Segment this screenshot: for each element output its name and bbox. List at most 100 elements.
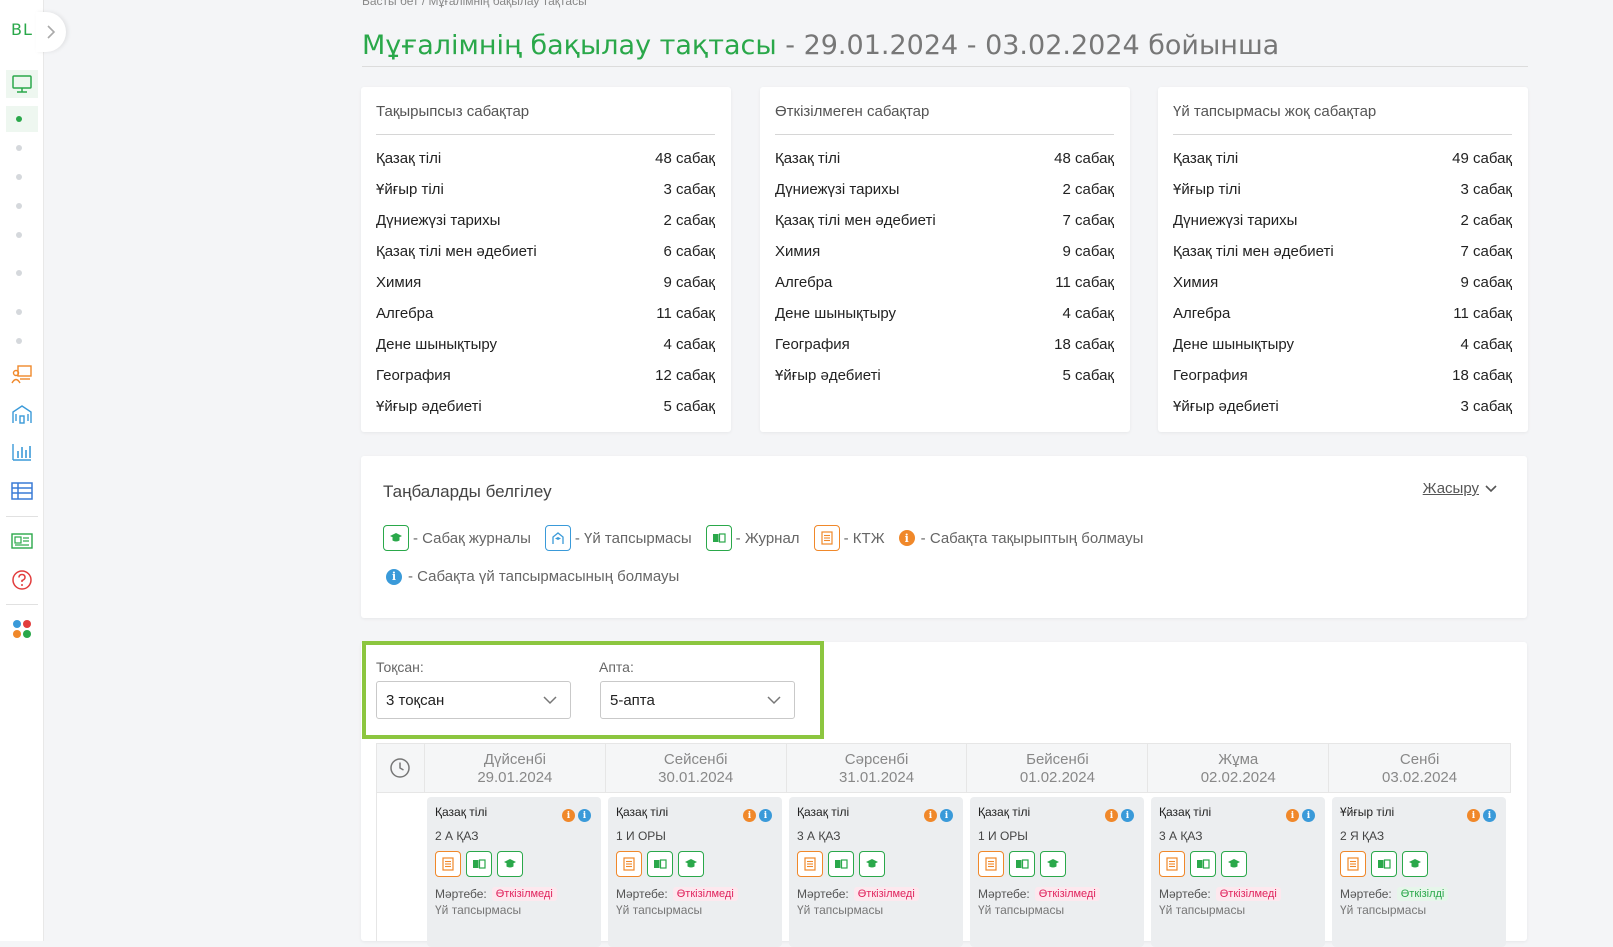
stat-row[interactable]: Алгебра 11 сабақ	[1173, 298, 1512, 329]
sidebar-dot[interactable]	[16, 338, 22, 344]
lesson-card[interactable]: Қазақ тілі i i 2 А ҚАЗ Мәртебе: Өткізілмеді Үй…	[427, 797, 601, 947]
document-list-icon[interactable]	[1159, 851, 1185, 877]
stat-row[interactable]: Ұйғыр әдебиеті 5 сабақ	[376, 391, 715, 422]
stat-row[interactable]: Алгебра 11 сабақ	[376, 298, 715, 329]
document-list-icon	[813, 525, 840, 551]
graduation-cap-icon[interactable]	[1402, 851, 1428, 877]
stat-row[interactable]: География 12 сабақ	[376, 360, 715, 391]
stat-row[interactable]: Қазақ тілі мен әдебиеті 7 сабақ	[1173, 236, 1512, 267]
table-icon[interactable]	[6, 477, 38, 505]
stat-row[interactable]: Химия 9 сабақ	[376, 267, 715, 298]
document-list-icon[interactable]	[435, 851, 461, 877]
info-blue-icon: i	[1121, 809, 1134, 822]
stat-subject: Алгебра	[775, 274, 833, 291]
status-badge: Өткізілмеді	[672, 887, 738, 901]
graduation-cap-icon[interactable]	[1040, 851, 1066, 877]
sidebar-dot[interactable]	[16, 203, 22, 209]
document-list-icon[interactable]	[797, 851, 823, 877]
stat-row[interactable]: Дүниежүзі тарихы 2 сабақ	[775, 174, 1114, 205]
open-book-icon[interactable]	[828, 851, 854, 877]
quarter-select[interactable]: 3 тоқсан	[376, 681, 571, 719]
stat-row[interactable]: География 18 сабақ	[775, 329, 1114, 360]
teacher-board-icon[interactable]	[6, 360, 38, 388]
sidebar-dot[interactable]	[16, 232, 22, 238]
lesson-class: 3 А ҚАЗ	[1159, 829, 1203, 843]
stat-row[interactable]: Дене шынықтыру 4 сабақ	[1173, 329, 1512, 360]
sidebar-dot-active[interactable]	[16, 116, 22, 122]
lesson-status: Мәртебе: Өткізілмеді	[435, 887, 593, 901]
stat-row[interactable]: Қазақ тілі мен әдебиеті 7 сабақ	[775, 205, 1114, 236]
stat-row[interactable]: Қазақ тілі 48 сабақ	[775, 143, 1114, 174]
stat-count: 7 сабақ	[1062, 212, 1114, 229]
schedule-header: Дүйсенбі 29.01.2024 Сейсенбі 30.01.2024 Сә…	[376, 743, 1511, 793]
breadcrumb[interactable]: Басты бет / Мұғалімнің бақылау тақтасы	[362, 0, 587, 8]
status-label: Мәртебе:	[616, 887, 668, 901]
stat-row[interactable]: Ұйғыр тілі 3 сабақ	[376, 174, 715, 205]
document-list-icon[interactable]	[616, 851, 642, 877]
bar-chart-icon[interactable]	[6, 438, 38, 466]
school-icon[interactable]	[6, 400, 38, 428]
lesson-card[interactable]: Ұйғыр тілі i i 2 Я ҚАЗ Мәртебе: Өткізілді Үй т…	[1332, 797, 1506, 947]
help-icon[interactable]	[6, 566, 38, 594]
day-header: Бейсенбі 01.02.2024	[967, 744, 1149, 792]
title-divider	[362, 66, 1528, 67]
lesson-card[interactable]: Қазақ тілі i i 3 А ҚАЗ Мәртебе: Өткізілмеді Үй…	[1151, 797, 1325, 947]
sidebar-dot[interactable]	[16, 145, 22, 151]
stat-row[interactable]: Ұйғыр әдебиеті 5 сабақ	[775, 360, 1114, 391]
hide-legend-button[interactable]: Жасыру	[1423, 480, 1497, 497]
open-book-icon[interactable]	[1190, 851, 1216, 877]
stat-row[interactable]: Химия 9 сабақ	[775, 236, 1114, 267]
sidebar-subitem-active[interactable]	[6, 106, 38, 132]
stat-count: 18 сабақ	[1452, 367, 1512, 384]
status-badge: Өткізілмеді	[491, 887, 557, 901]
day-name: Сейсенбі	[663, 751, 728, 768]
stat-row[interactable]: Қазақ тілі мен әдебиеті 6 сабақ	[376, 236, 715, 267]
sidebar-toggle-button[interactable]	[36, 12, 66, 52]
day-date: 01.02.2024	[1019, 769, 1095, 786]
open-book-icon[interactable]	[1009, 851, 1035, 877]
sidebar-divider	[6, 604, 38, 605]
stat-row[interactable]: Қазақ тілі 48 сабақ	[376, 143, 715, 174]
stat-row[interactable]: Химия 9 сабақ	[1173, 267, 1512, 298]
stat-card-not-held: Өткізілмеген сабақтар Қазақ тілі 48 сабақ…	[760, 87, 1130, 432]
news-icon[interactable]	[6, 527, 38, 555]
open-book-icon[interactable]	[1371, 851, 1397, 877]
stat-row[interactable]: Алгебра 11 сабақ	[775, 267, 1114, 298]
day-header: Дүйсенбі 29.01.2024	[425, 744, 606, 792]
apps-icon[interactable]	[6, 615, 38, 643]
sidebar-dot[interactable]	[16, 174, 22, 180]
week-select[interactable]: 5-апта	[600, 681, 795, 719]
stat-row[interactable]: Қазақ тілі 49 сабақ	[1173, 143, 1512, 174]
graduation-cap-icon[interactable]	[1221, 851, 1247, 877]
stat-row[interactable]: Дүниежүзі тарихы 2 сабақ	[376, 205, 715, 236]
stat-row[interactable]: Дене шынықтыру 4 сабақ	[775, 298, 1114, 329]
stat-count: 3 сабақ	[1460, 398, 1512, 415]
stat-row[interactable]: Дүниежүзі тарихы 2 сабақ	[1173, 205, 1512, 236]
graduation-cap-icon[interactable]	[678, 851, 704, 877]
info-orange-icon: i	[924, 809, 937, 822]
lesson-card[interactable]: Қазақ тілі i i 1 И ОРЫ Мәртебе: Өткізілмеді Үй…	[970, 797, 1144, 947]
quarter-value: 3 тоқсан	[386, 691, 445, 709]
sidebar-dot[interactable]	[16, 309, 22, 315]
open-book-icon[interactable]	[466, 851, 492, 877]
schedule-body: Қазақ тілі i i 2 А ҚАЗ Мәртебе: Өткізілмеді Үй…	[376, 793, 1511, 947]
stat-row[interactable]: Дене шынықтыру 4 сабақ	[376, 329, 715, 360]
info-orange-icon: i	[743, 809, 756, 822]
document-list-icon[interactable]	[978, 851, 1004, 877]
monitor-icon[interactable]	[6, 70, 38, 98]
stat-count: 4 сабақ	[1460, 336, 1512, 353]
graduation-cap-icon[interactable]	[859, 851, 885, 877]
stat-card-title: Өткізілмеген сабақтар	[775, 103, 1114, 135]
stat-row[interactable]: Ұйғыр әдебиеті 3 сабақ	[1173, 391, 1512, 422]
sidebar-dot[interactable]	[16, 270, 22, 276]
lesson-card[interactable]: Қазақ тілі i i 3 А ҚАЗ Мәртебе: Өткізілмеді Үй…	[789, 797, 963, 947]
stat-row[interactable]: География 18 сабақ	[1173, 360, 1512, 391]
stat-subject: Химия	[1173, 274, 1219, 291]
lesson-card[interactable]: Қазақ тілі i i 1 И ОРЫ Мәртебе: Өткізілмеді Үй…	[608, 797, 782, 947]
graduation-cap-icon[interactable]	[497, 851, 523, 877]
stat-row[interactable]: Ұйғыр тілі 3 сабақ	[1173, 174, 1512, 205]
stat-subject: Дүниежүзі тарихы	[376, 212, 501, 229]
open-book-icon[interactable]	[647, 851, 673, 877]
stat-subject: Химия	[376, 274, 422, 291]
document-list-icon[interactable]	[1340, 851, 1366, 877]
